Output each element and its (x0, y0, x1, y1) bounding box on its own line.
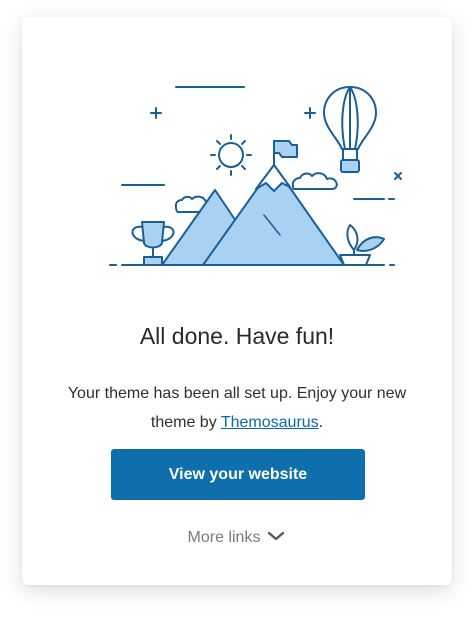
more-links-label: More links (187, 529, 261, 547)
setup-complete-card: All done. Have fun! Your theme has been … (22, 17, 452, 585)
celebration-illustration (109, 86, 402, 266)
author-link[interactable]: Themosaurus (221, 414, 319, 431)
x-mark-icon (394, 172, 402, 180)
chevron-down-icon (266, 529, 286, 547)
setup-description: Your theme has been all set up. Enjoy yo… (52, 379, 422, 437)
cloud-icon (291, 172, 338, 190)
description-end: . (318, 414, 324, 431)
sun-icon (210, 134, 252, 176)
plant-pot-icon (339, 224, 385, 266)
flag-icon (273, 140, 298, 166)
view-website-button[interactable]: View your website (111, 449, 365, 500)
page-title: All done. Have fun! (139, 323, 335, 349)
plus-icon (150, 107, 162, 119)
more-links-toggle[interactable]: More links (22, 529, 452, 547)
hot-air-balloon-icon (323, 86, 377, 173)
plus-icon (304, 107, 316, 119)
